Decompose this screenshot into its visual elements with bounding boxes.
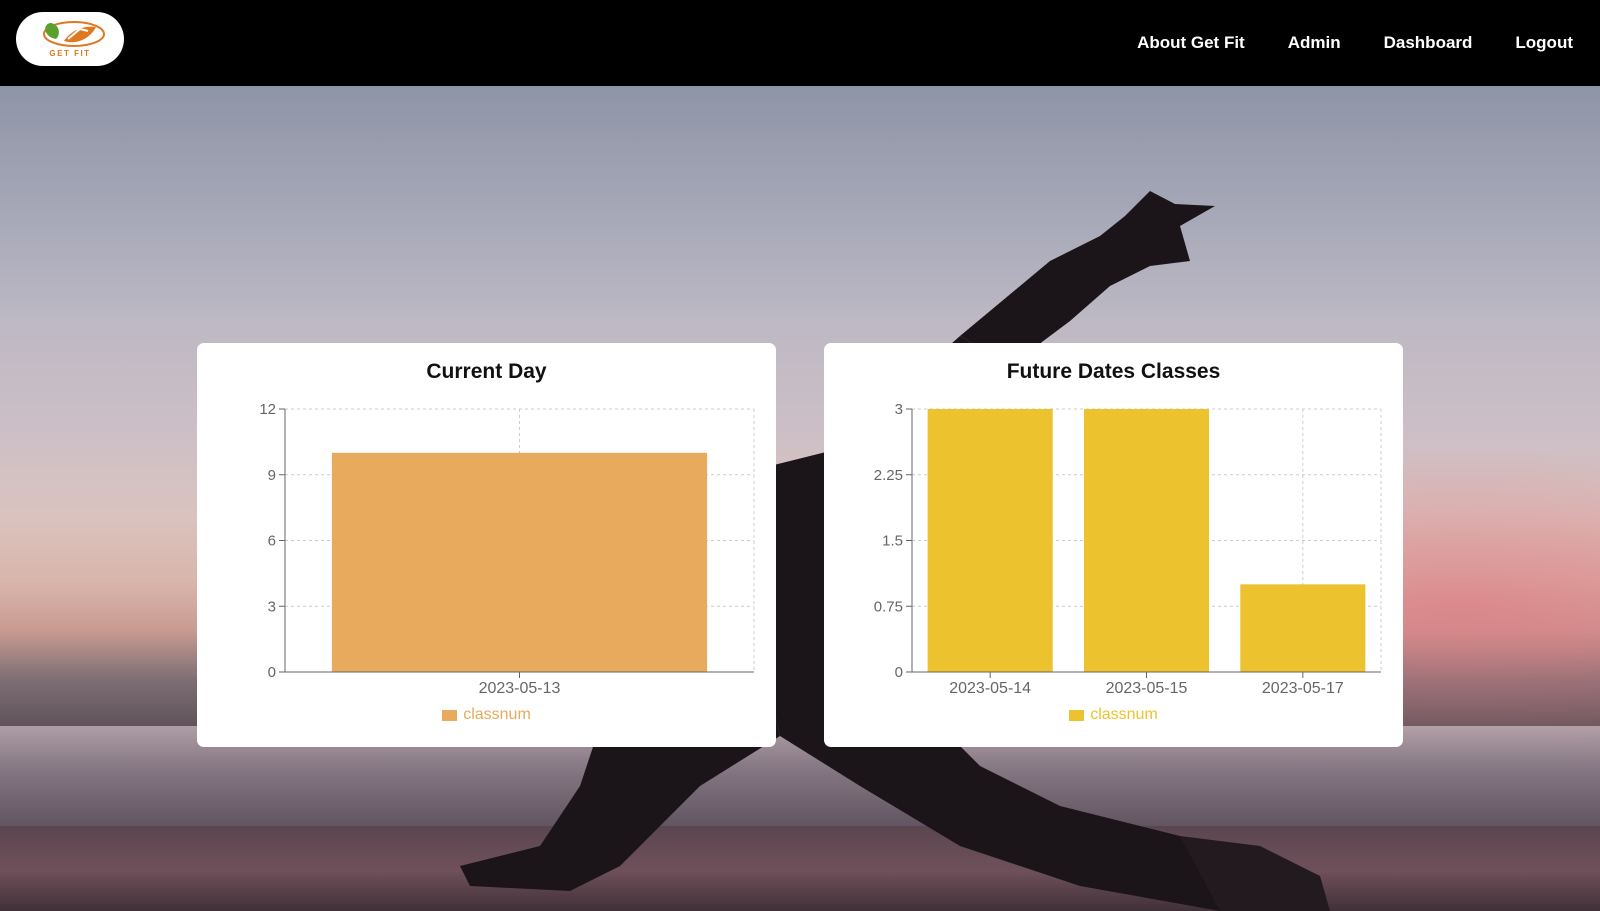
bar: [1083, 409, 1210, 672]
y-tick-label: 0.75: [874, 598, 903, 615]
y-tick-label: 6: [268, 533, 276, 550]
bar: [1240, 584, 1366, 672]
x-tick-label: 2023-05-13: [479, 680, 561, 697]
y-tick-label: 3: [268, 598, 276, 615]
nav-link-dashboard[interactable]: Dashboard: [1384, 33, 1473, 53]
y-tick-label: 0: [268, 664, 276, 681]
chart-card-current-day: Current Day 0 3 6 9 12 2023-05-13 classnum: [197, 343, 776, 747]
y-tick-label: 2.25: [874, 467, 903, 484]
legend-label: classnum: [1090, 706, 1158, 723]
bar: [927, 409, 1053, 672]
y-tick-label: 1.5: [882, 533, 903, 550]
nav-link-logout[interactable]: Logout: [1515, 33, 1573, 53]
x-tick-label: 2023-05-15: [1106, 680, 1188, 697]
legend-swatch: [442, 709, 458, 721]
chart-legend[interactable]: classnum: [824, 706, 1403, 724]
bar-chart-future-dates: 0 0.75 1.5 2.25 3 2023-05-14 2023-05-15 2023-05…: [874, 401, 1382, 697]
nav-link-about[interactable]: About Get Fit: [1137, 33, 1245, 53]
legend-label: classnum: [463, 706, 531, 723]
x-tick-label: 2023-05-17: [1262, 680, 1344, 697]
y-tick-label: 3: [895, 401, 903, 418]
y-tick-label: 0: [895, 664, 903, 681]
chart-legend[interactable]: classnum: [197, 706, 776, 724]
logo-text: GET FIT: [49, 49, 91, 58]
nav-link-admin[interactable]: Admin: [1288, 33, 1341, 53]
y-tick-label: 12: [259, 401, 276, 418]
x-tick-label: 2023-05-14: [949, 680, 1031, 697]
legend-swatch: [1069, 709, 1085, 721]
get-fit-logo[interactable]: GET FIT: [16, 12, 124, 66]
nav-links: About Get Fit Admin Dashboard Logout: [1137, 0, 1573, 86]
bar: [331, 452, 708, 672]
chart-card-future-dates: Future Dates Classes 0 0.75 1.5 2.25 3 2023-0…: [824, 343, 1403, 747]
bar-chart-current-day: 0 3 6 9 12 2023-05-13: [259, 401, 755, 697]
top-navbar: GET FIT About Get Fit Admin Dashboard Lo…: [0, 0, 1600, 86]
y-tick-label: 9: [268, 467, 276, 484]
